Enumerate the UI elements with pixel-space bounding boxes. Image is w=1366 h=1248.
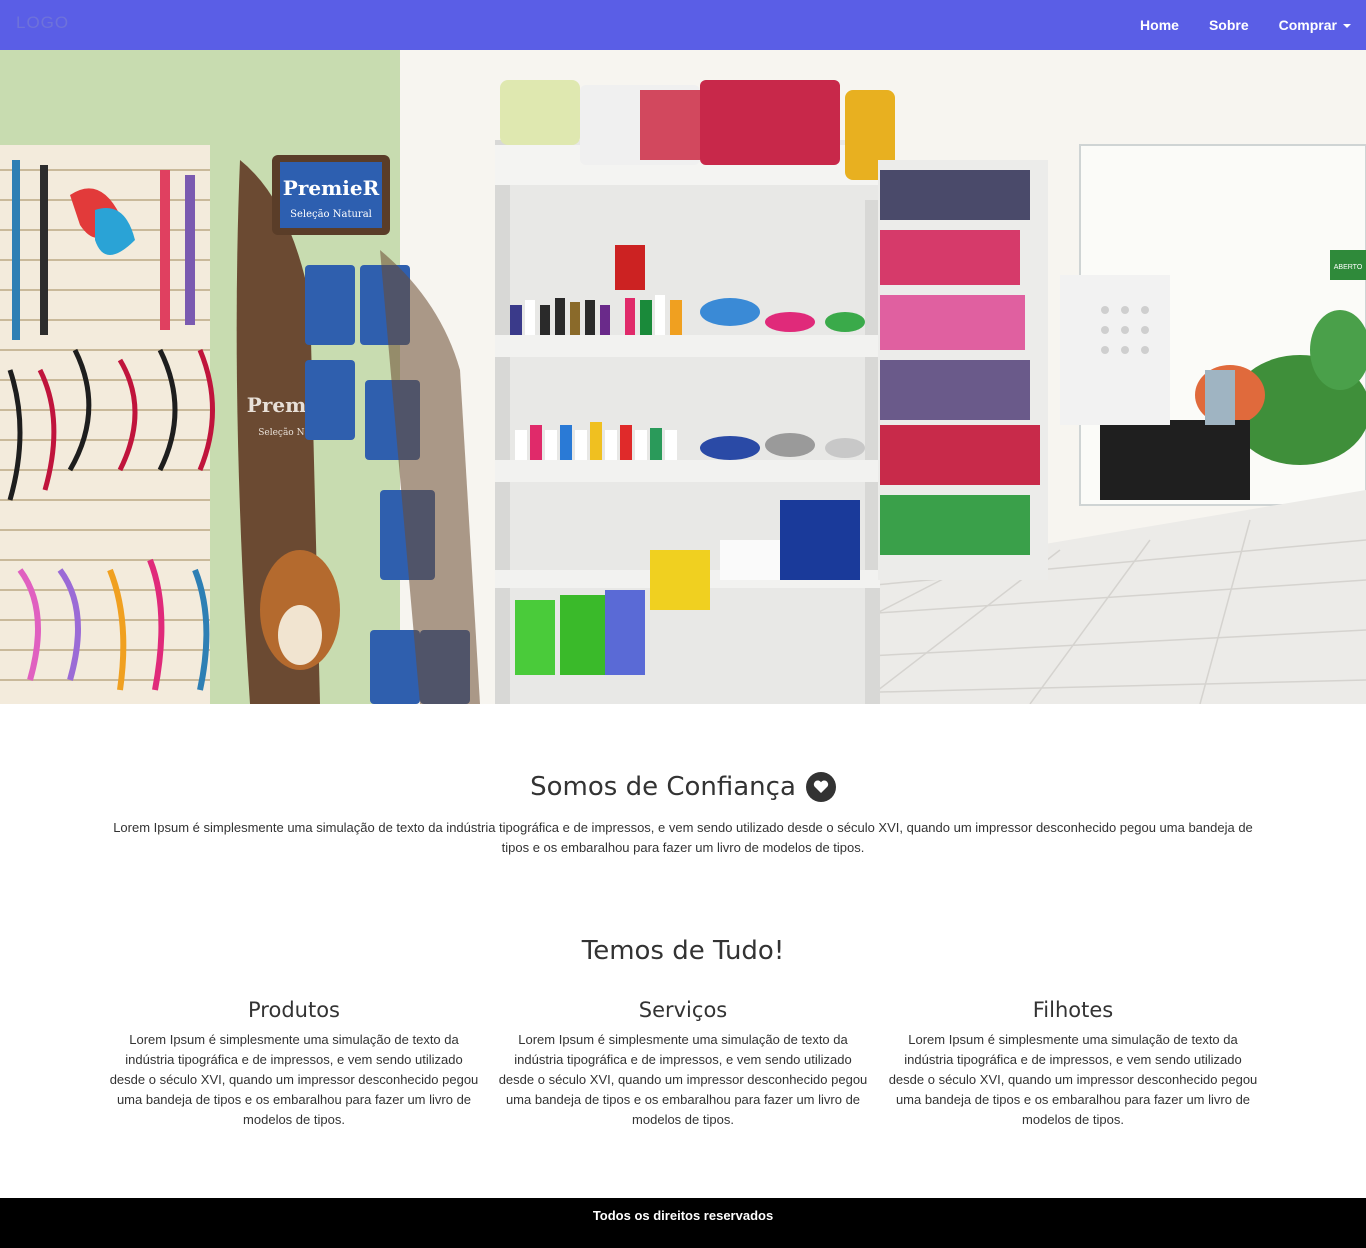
filhotes-text: Lorem Ipsum é simplesmente uma simulação… [888,1032,1258,1127]
navbar: LOGO Home Sobre Comprar [0,0,1366,50]
footer-text: Todos os direitos reservados [592,1208,774,1223]
aberto-sign-text: ABERTO [1334,264,1363,271]
confianca-title: Somos de Confiança [530,772,796,802]
confianca-heading: Somos de Confiança [0,772,1366,802]
premier-sign-subtitle: Seleção Natural [290,209,372,220]
nav-comprar-label: Comprar [1278,17,1337,33]
confianca-text: Lorem Ipsum é simplesmente uma simulação… [113,820,1253,855]
caret-down-icon [1343,24,1351,28]
premier-sign-title: PremieR [283,176,380,200]
filhotes-title: Filhotes [1032,998,1114,1022]
logo[interactable]: LOGO [16,13,69,33]
servicos-column: Serviços Lorem Ipsum é simplesmente uma … [497,998,869,1130]
nav-links: Home Sobre Comprar [1125,0,1366,50]
produtos-text: Lorem Ipsum é simplesmente uma simulação… [109,1032,479,1127]
pet-shop-interior-illustration: ABERTO PremieR Seleção Natural PremieR S… [0,50,1366,704]
servicos-title: Serviços [638,998,728,1022]
produtos-title: Produtos [248,998,340,1022]
heart-icon [805,772,836,802]
hero-image: ABERTO PremieR Seleção Natural PremieR S… [0,50,1366,704]
footer: Todos os direitos reservados [0,1198,1366,1248]
servicos-text: Lorem Ipsum é simplesmente uma simulação… [498,1032,868,1127]
tudo-title: Temos de Tudo! [581,936,785,966]
filhotes-column: Filhotes Lorem Ipsum é simplesmente uma … [887,998,1259,1130]
produtos-column: Produtos Lorem Ipsum é simplesmente uma … [108,998,480,1130]
nav-sobre-link[interactable]: Sobre [1194,0,1264,50]
nav-home-link[interactable]: Home [1125,0,1194,50]
nav-comprar-dropdown[interactable]: Comprar [1264,0,1366,50]
